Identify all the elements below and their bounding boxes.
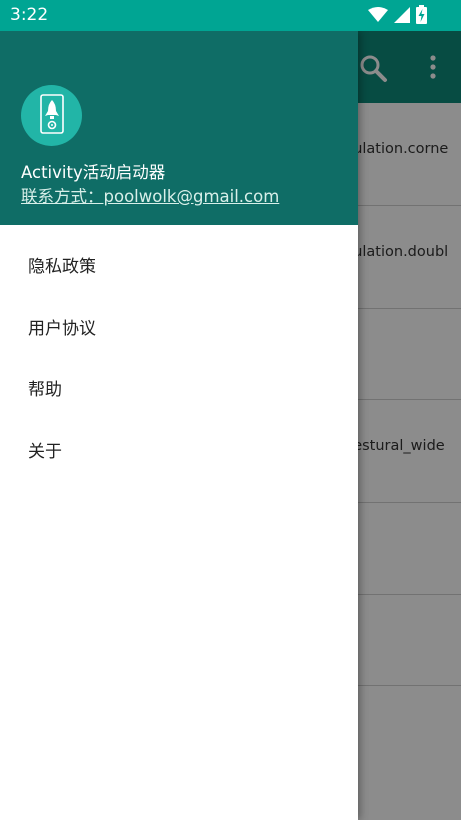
menu-item-about[interactable]: 关于	[0, 422, 358, 484]
wifi-icon	[368, 6, 388, 23]
drawer-header: Activity活动启动器 联系方式：poolwolk@gmail.com	[0, 31, 358, 225]
menu-item-user-agreement[interactable]: 用户协议	[0, 299, 358, 361]
app-logo	[21, 85, 82, 146]
app-name: Activity活动启动器	[21, 163, 166, 182]
status-icons	[368, 5, 427, 24]
rocket-icon	[39, 93, 65, 138]
status-bar: 3:22	[0, 0, 461, 31]
status-time: 3:22	[10, 5, 49, 25]
menu-item-help[interactable]: 帮助	[0, 360, 358, 422]
battery-charging-icon	[416, 5, 427, 24]
signal-icon	[394, 6, 410, 23]
contact-email-link[interactable]: 联系方式：poolwolk@gmail.com	[21, 183, 279, 207]
drawer-menu: 隐私政策 用户协议 帮助 关于	[0, 237, 358, 483]
navigation-drawer: Activity活动启动器 联系方式：poolwolk@gmail.com 隐私…	[0, 31, 358, 820]
menu-item-privacy-policy[interactable]: 隐私政策	[0, 237, 358, 299]
